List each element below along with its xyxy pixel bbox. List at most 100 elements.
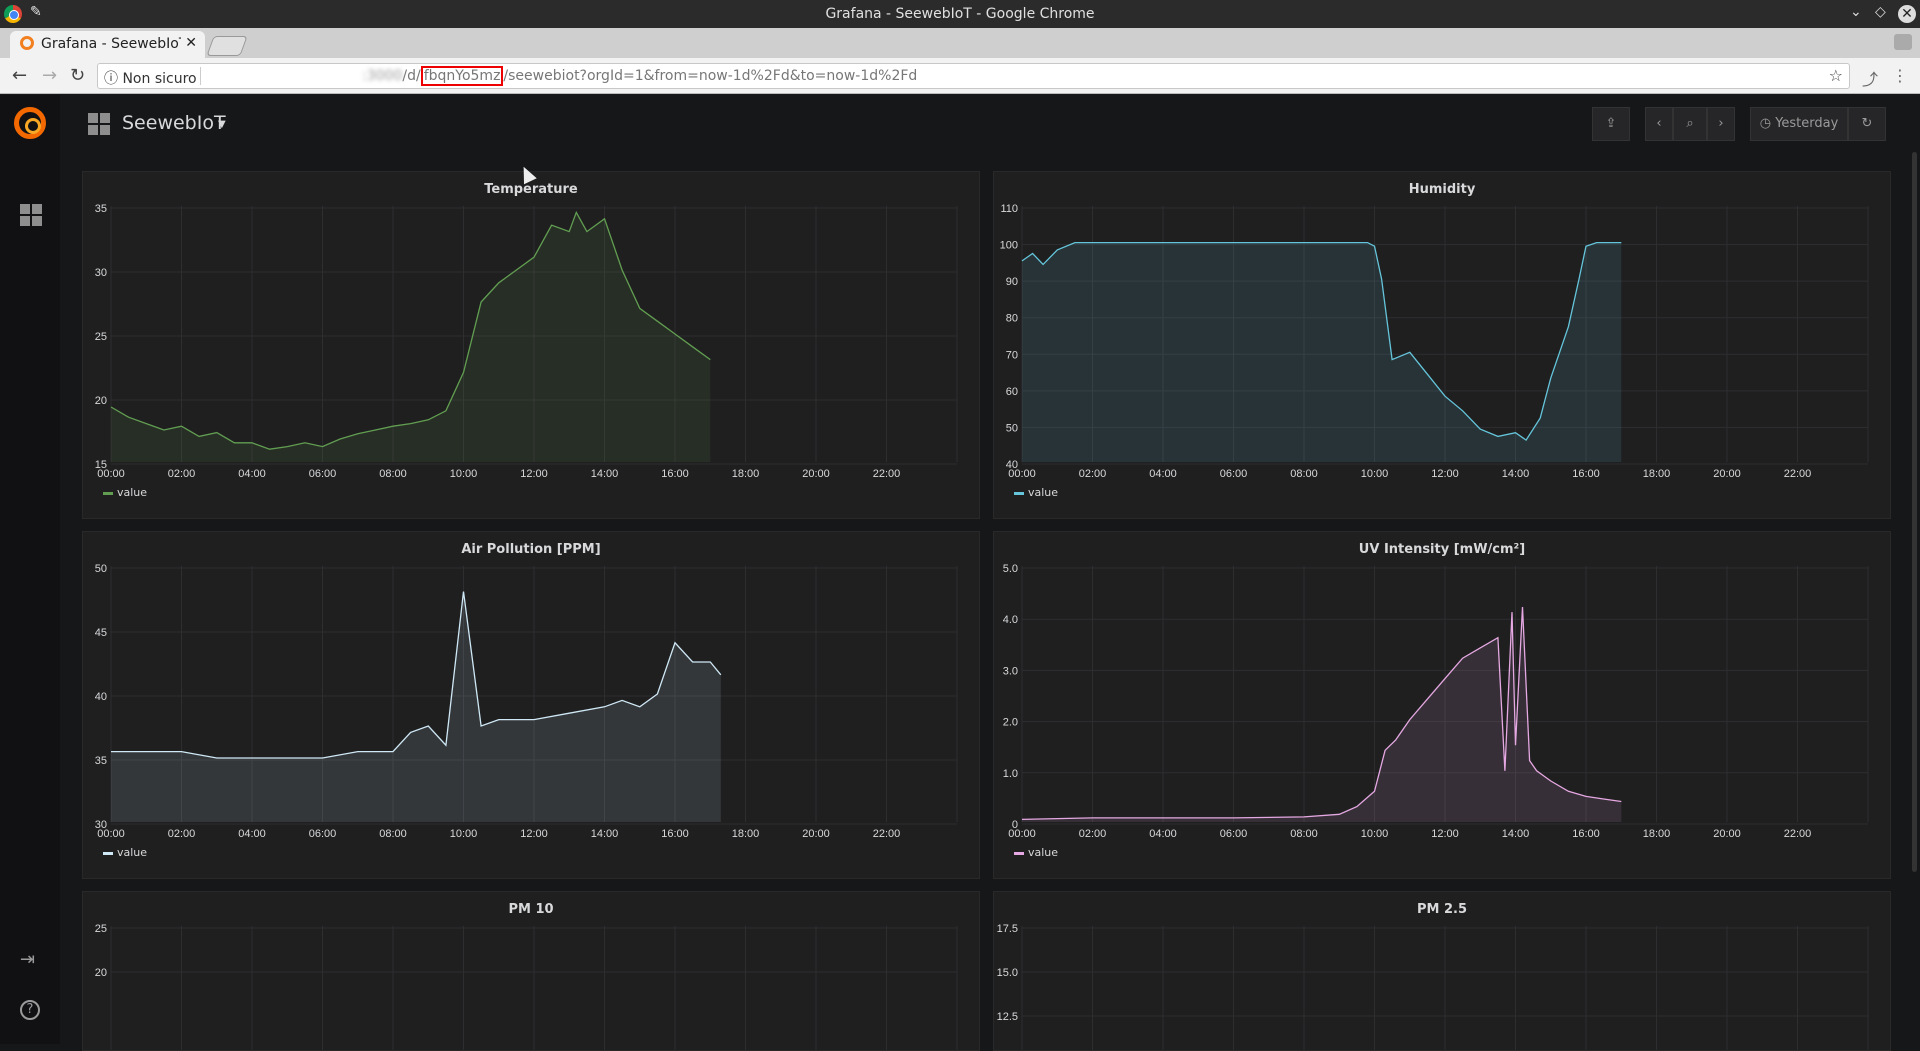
url-highlighted-id: fbqnYo5mz (420, 66, 504, 86)
x-tick-label: 22:00 (1784, 828, 1812, 840)
url-host: :3000 (208, 68, 403, 84)
maximize-icon[interactable]: ◇ (1875, 4, 1886, 20)
x-tick-label: 22:00 (873, 468, 901, 480)
url-path-prefix: /d/ (402, 68, 421, 84)
dashboard-title[interactable]: SeewebIoT (122, 112, 226, 134)
y-tick-label: 12.5 (997, 1011, 1018, 1023)
legend-item[interactable]: value (1014, 486, 1058, 499)
x-tick-label: 12:00 (520, 468, 548, 480)
x-tick-label: 06:00 (1220, 468, 1248, 480)
legend-swatch (1014, 851, 1024, 855)
x-tick-label: 04:00 (1149, 468, 1177, 480)
legend-label: value (117, 846, 148, 859)
y-tick-label: 4.0 (1003, 614, 1018, 626)
x-tick-label: 08:00 (379, 468, 407, 480)
time-forward-button[interactable]: › (1707, 107, 1735, 141)
panel-air-pollution[interactable]: Air Pollution [PPM] 00:00 02:00 04:00 06:00… (82, 531, 980, 879)
caret-down-icon[interactable]: ▼ (218, 119, 226, 130)
x-tick-label: 20:00 (802, 828, 830, 840)
close-window-icon[interactable]: ✕ (1898, 5, 1916, 23)
sign-in-icon[interactable]: ⇥ (20, 949, 35, 970)
share-button[interactable]: ⇪ (1592, 107, 1630, 141)
legend-label: value (117, 486, 148, 499)
y-tick-label: 15 (95, 459, 107, 471)
panel-temperature[interactable]: Temperature 00:00 02:00 04:00 06:00 08:00 10:… (82, 171, 980, 519)
y-tick-label: 20 (95, 967, 107, 979)
panel-humidity[interactable]: Humidity 00:00 02:00 04:00 06:00 08:00 10:00 1… (993, 171, 1891, 519)
y-tick-label: 30 (95, 267, 107, 279)
x-tick-label: 02:00 (1079, 828, 1107, 840)
x-tick-label: 10:00 (1361, 828, 1389, 840)
chart-svg: 00:00 02:00 04:00 06:00 08:00 10:00 12:00 14:00… (95, 203, 958, 480)
window-title-bar: ✎ Grafana - SeewebIoT - Google Chrome ⌄ … (0, 0, 1920, 28)
y-tick-label: 3.0 (1003, 665, 1018, 677)
reload-icon[interactable]: ↻ (70, 65, 85, 86)
clock-icon: ◷ (1759, 116, 1772, 131)
y-tick-label: 100 (1000, 240, 1018, 252)
time-picker-button[interactable]: ◷ Yesterday (1750, 107, 1848, 141)
dashboards-icon[interactable] (20, 204, 42, 226)
y-tick-label: 20 (95, 395, 107, 407)
chart-svg: 25 20 (95, 923, 958, 1050)
tab-grafana[interactable]: Grafana - SeewebIoT ✕ (10, 31, 205, 58)
x-tick-label: 16:00 (661, 828, 689, 840)
url-path-suffix: /seewebiot?orgId=1&from=now-1d%2Fd&to=no… (503, 68, 918, 84)
x-tick-label: 18:00 (1643, 468, 1671, 480)
side-menu: ⇥ ? (0, 95, 60, 1044)
legend-label: value (1028, 846, 1059, 859)
x-tick-label: 14:00 (1502, 828, 1530, 840)
chrome-menu-icon[interactable]: ⋮ (1892, 66, 1908, 85)
bookmark-star-icon[interactable]: ☆ (1829, 66, 1843, 85)
y-tick-label: 50 (1006, 422, 1018, 434)
x-tick-label: 06:00 (309, 468, 337, 480)
zoom-out-button[interactable]: ⌕ (1673, 107, 1707, 141)
back-icon[interactable]: ← (12, 65, 27, 86)
legend-swatch (103, 851, 113, 855)
x-tick-label: 10:00 (1361, 468, 1389, 480)
x-tick-label: 12:00 (1431, 828, 1459, 840)
dashboard-navbar: SeewebIoT ▼ ⇪ ‹ ⌕ › ◷ Yesterday ↻ (60, 95, 1920, 155)
minimize-icon[interactable]: ⌄ (1850, 4, 1862, 20)
chart-svg: 17.5 15.0 12.5 (997, 923, 1869, 1050)
tab-label: Grafana - SeewebIoT (41, 36, 181, 52)
legend-item[interactable]: value (103, 486, 147, 499)
security-indicator[interactable]: ⓘ Non sicuro (104, 68, 197, 88)
y-tick-label: 5.0 (1003, 563, 1018, 575)
legend-item[interactable]: value (103, 846, 147, 859)
x-tick-label: 20:00 (1713, 468, 1741, 480)
x-tick-label: 02:00 (168, 468, 196, 480)
grafana-logo-icon[interactable] (14, 107, 46, 139)
page-scrollbar[interactable] (1912, 152, 1917, 872)
extension-icon[interactable]: ⤴ (1862, 66, 1878, 90)
x-tick-label: 04:00 (1149, 828, 1177, 840)
x-tick-label: 02:00 (1079, 468, 1107, 480)
x-tick-label: 16:00 (1572, 828, 1600, 840)
forward-icon[interactable]: → (42, 65, 57, 86)
y-tick-label: 60 (1006, 386, 1018, 398)
x-tick-label: 18:00 (1643, 828, 1671, 840)
url-text[interactable]: :3000/d/fbqnYo5mz/seewebiot?orgId=1&from… (208, 66, 918, 86)
info-icon: ⓘ (104, 71, 118, 87)
close-tab-icon[interactable]: ✕ (185, 35, 197, 51)
profile-icon[interactable] (1894, 34, 1912, 50)
y-tick-label: 45 (95, 627, 107, 639)
y-tick-label: 25 (95, 923, 107, 935)
x-tick-label: 20:00 (802, 468, 830, 480)
new-tab-button[interactable] (206, 36, 248, 56)
omnibox[interactable]: ⓘ Non sicuro :3000/d/fbqnYo5mz/seewebiot… (97, 63, 1850, 89)
chart-svg: 00:00 02:00 04:00 06:00 08:00 10:00 12:00 14:00… (1003, 563, 1869, 840)
dashboard-grid-icon (88, 113, 110, 135)
x-tick-label: 10:00 (450, 468, 478, 480)
x-tick-label: 14:00 (1502, 468, 1530, 480)
panel-uv-intensity[interactable]: UV Intensity [mW/cm²] 00:00 02:00 04:00 06:… (993, 531, 1891, 879)
chart-svg: 00:00 02:00 04:00 06:00 08:00 10:00 12:00 14:00… (95, 563, 958, 840)
refresh-button[interactable]: ↻ (1848, 107, 1886, 141)
panel-pm10[interactable]: PM 10 25 20 (82, 891, 980, 1051)
time-back-button[interactable]: ‹ (1645, 107, 1673, 141)
legend-item[interactable]: value (1014, 846, 1058, 859)
x-tick-label: 06:00 (309, 828, 337, 840)
omnibox-separator (200, 67, 201, 85)
x-tick-label: 10:00 (450, 828, 478, 840)
panel-pm25[interactable]: PM 2.5 17.5 15.0 12.5 (993, 891, 1891, 1051)
help-icon[interactable]: ? (20, 1000, 40, 1020)
